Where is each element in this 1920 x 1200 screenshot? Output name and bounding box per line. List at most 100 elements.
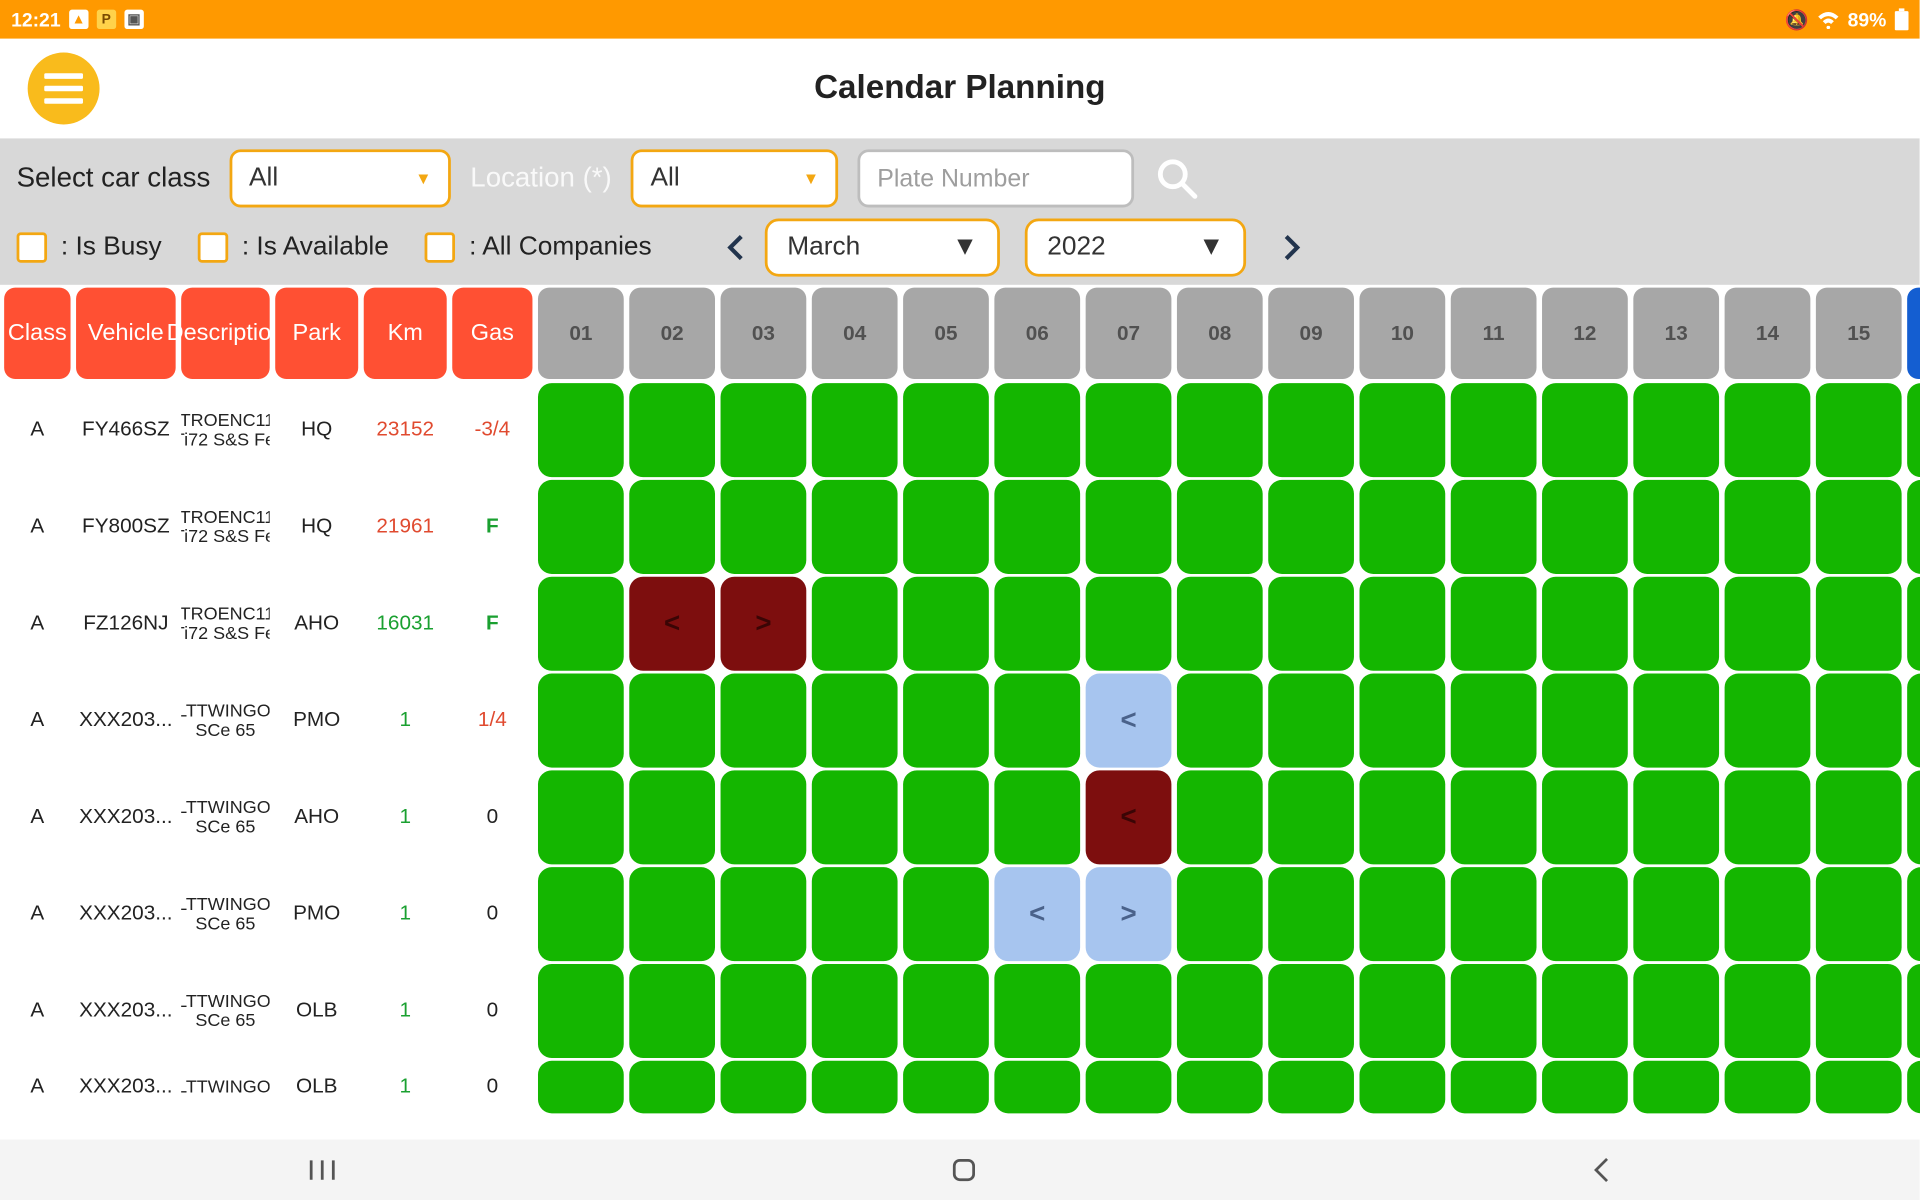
checkbox-all-companies[interactable] [425, 232, 455, 262]
calendar-cell[interactable] [812, 770, 898, 864]
calendar-cell[interactable] [1542, 1061, 1628, 1114]
calendar-cell[interactable] [812, 1061, 898, 1114]
plate-number-input[interactable]: Plate Number [858, 149, 1135, 207]
day-header-16[interactable]: 16 [1907, 288, 1920, 379]
calendar-cell[interactable] [1907, 867, 1920, 961]
calendar-cell[interactable] [903, 577, 989, 671]
day-header-14[interactable]: 14 [1725, 288, 1811, 379]
calendar-cell[interactable] [1451, 1061, 1537, 1114]
day-header-06[interactable]: 06 [994, 288, 1080, 379]
calendar-cell[interactable] [1633, 964, 1719, 1058]
calendar-cell[interactable] [812, 480, 898, 574]
checkbox-is-available[interactable] [198, 232, 228, 262]
calendar-cell[interactable] [1725, 1061, 1811, 1114]
day-header-01[interactable]: 01 [538, 288, 624, 379]
calendar-cell[interactable] [1086, 480, 1172, 574]
calendar-cell[interactable] [812, 577, 898, 671]
calendar-cell[interactable] [1816, 577, 1902, 671]
calendar-cell[interactable] [1177, 577, 1263, 671]
calendar-cell[interactable] [1633, 770, 1719, 864]
calendar-cell[interactable] [1907, 674, 1920, 768]
calendar-cell[interactable] [1451, 480, 1537, 574]
calendar-cell[interactable] [1725, 770, 1811, 864]
prev-month-button[interactable] [715, 227, 756, 268]
calendar-cell[interactable] [994, 577, 1080, 671]
calendar-cell[interactable] [1177, 383, 1263, 477]
calendar-cell[interactable] [1451, 867, 1537, 961]
calendar-cell[interactable] [1542, 577, 1628, 671]
day-header-07[interactable]: 07 [1086, 288, 1172, 379]
calendar-cell[interactable] [1725, 383, 1811, 477]
calendar-cell[interactable] [1268, 480, 1354, 574]
calendar-cell[interactable] [721, 867, 807, 961]
calendar-cell[interactable] [994, 964, 1080, 1058]
day-header-09[interactable]: 09 [1268, 288, 1354, 379]
calendar-cell[interactable] [903, 867, 989, 961]
calendar-cell[interactable] [1359, 383, 1445, 477]
calendar-cell[interactable] [1542, 674, 1628, 768]
back-button[interactable] [1591, 1156, 1613, 1184]
calendar-cell[interactable] [1907, 383, 1920, 477]
day-header-08[interactable]: 08 [1177, 288, 1263, 379]
calendar-cell[interactable] [1816, 383, 1902, 477]
calendar-cell[interactable] [721, 674, 807, 768]
calendar-cell[interactable] [1633, 867, 1719, 961]
calendar-cell[interactable] [1359, 964, 1445, 1058]
calendar-cell[interactable] [1633, 674, 1719, 768]
calendar-cell[interactable] [1086, 964, 1172, 1058]
day-header-12[interactable]: 12 [1542, 288, 1628, 379]
calendar-cell[interactable] [1177, 770, 1263, 864]
calendar-cell[interactable] [538, 674, 624, 768]
day-header-03[interactable]: 03 [721, 288, 807, 379]
calendar-cell[interactable] [1816, 1061, 1902, 1114]
calendar-cell[interactable] [538, 577, 624, 671]
calendar-cell[interactable] [994, 770, 1080, 864]
location-select[interactable]: All ▼ [631, 149, 838, 207]
calendar-cell[interactable] [1177, 674, 1263, 768]
calendar-cell[interactable] [1816, 867, 1902, 961]
calendar-cell[interactable] [1268, 674, 1354, 768]
calendar-cell[interactable] [1086, 1061, 1172, 1114]
calendar-cell[interactable] [1907, 577, 1920, 671]
calendar-cell[interactable] [629, 964, 715, 1058]
menu-button[interactable] [28, 53, 100, 125]
calendar-cell[interactable] [1542, 480, 1628, 574]
calendar-cell[interactable] [1359, 480, 1445, 574]
calendar-cell[interactable] [1542, 867, 1628, 961]
calendar-cell[interactable] [994, 383, 1080, 477]
calendar-cell[interactable] [1268, 577, 1354, 671]
calendar-cell[interactable] [1086, 577, 1172, 671]
checkbox-is-busy[interactable] [17, 232, 47, 262]
calendar-cell[interactable] [1177, 480, 1263, 574]
calendar-cell[interactable] [1725, 674, 1811, 768]
calendar-cell[interactable] [1451, 674, 1537, 768]
calendar-cell[interactable] [538, 770, 624, 864]
day-header-05[interactable]: 05 [903, 288, 989, 379]
calendar-cell[interactable] [1359, 770, 1445, 864]
year-select[interactable]: 2022 ▼ [1025, 219, 1246, 277]
calendar-cell[interactable] [1725, 867, 1811, 961]
calendar-cell[interactable] [629, 480, 715, 574]
calendar-cell[interactable] [721, 770, 807, 864]
calendar-cell[interactable] [1086, 383, 1172, 477]
calendar-cell[interactable] [1268, 383, 1354, 477]
day-header-02[interactable]: 02 [629, 288, 715, 379]
search-button[interactable] [1154, 155, 1201, 202]
calendar-cell[interactable] [1268, 770, 1354, 864]
calendar-cell[interactable] [903, 1061, 989, 1114]
calendar-cell[interactable]: > [721, 577, 807, 671]
calendar-cell[interactable]: < [994, 867, 1080, 961]
calendar-cell[interactable] [812, 383, 898, 477]
calendar-cell[interactable] [629, 1061, 715, 1114]
calendar-cell[interactable] [812, 867, 898, 961]
day-header-15[interactable]: 15 [1816, 288, 1902, 379]
calendar-cell[interactable] [1542, 964, 1628, 1058]
calendar-cell[interactable] [1451, 964, 1537, 1058]
calendar-cell[interactable] [1451, 770, 1537, 864]
calendar-cell[interactable] [1816, 770, 1902, 864]
calendar-cell[interactable] [812, 674, 898, 768]
calendar-cell[interactable] [994, 674, 1080, 768]
calendar-cell[interactable] [1451, 577, 1537, 671]
calendar-cell[interactable] [1359, 577, 1445, 671]
calendar-cell[interactable] [721, 964, 807, 1058]
